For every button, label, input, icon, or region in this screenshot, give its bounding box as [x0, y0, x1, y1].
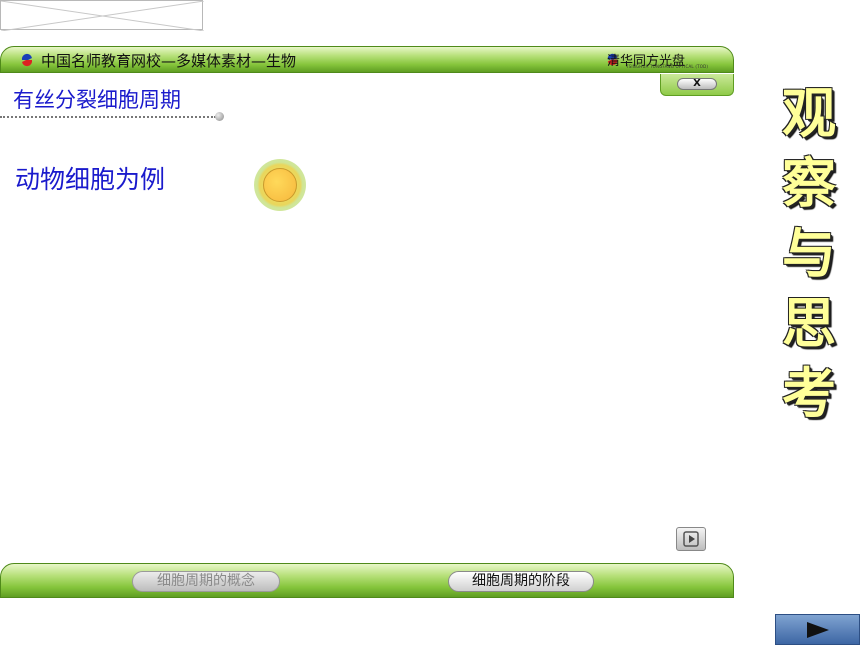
close-button[interactable]: X [677, 78, 717, 90]
app-title: 中国名师教育网校—多媒体素材—生物 [41, 52, 297, 70]
title-divider [0, 116, 216, 118]
tongfang-logo-icon [21, 53, 33, 67]
brand-subtext: TSINGHUA TONGFANG OPTICAL (TOD) [626, 64, 709, 69]
next-arrow-icon [807, 622, 829, 638]
vertical-title-char: 考 [782, 361, 836, 425]
vertical-title: 观 察 与 思 考 [776, 78, 842, 428]
next-button[interactable] [775, 614, 860, 645]
cell-nucleus [263, 168, 297, 202]
play-icon [683, 531, 699, 547]
play-button[interactable] [676, 527, 706, 551]
vertical-title-char: 察 [782, 151, 836, 215]
vertical-title-char: 思 [782, 291, 836, 355]
close-tab: X [660, 74, 734, 96]
footer-bar: 细胞周期的概念 细胞周期的阶段 [0, 563, 734, 598]
subtitle: 动物细胞为例 [15, 165, 166, 194]
image-placeholder [0, 0, 204, 31]
vertical-title-char: 与 [782, 221, 836, 285]
vertical-title-char: 观 [782, 81, 836, 145]
tab-cell-cycle-stages[interactable]: 细胞周期的阶段 [448, 571, 594, 592]
section-title: 有丝分裂细胞周期 [13, 88, 181, 112]
animal-cell-illustration [254, 159, 306, 211]
placeholder-cross-icon [1, 1, 204, 31]
header-bar: 中国名师教育网校—多媒体素材—生物 清华同方光盘 TSINGHUA TONGFA… [0, 46, 734, 73]
tab-cell-cycle-concept[interactable]: 细胞周期的概念 [132, 571, 280, 592]
divider-end-dot [215, 112, 224, 121]
